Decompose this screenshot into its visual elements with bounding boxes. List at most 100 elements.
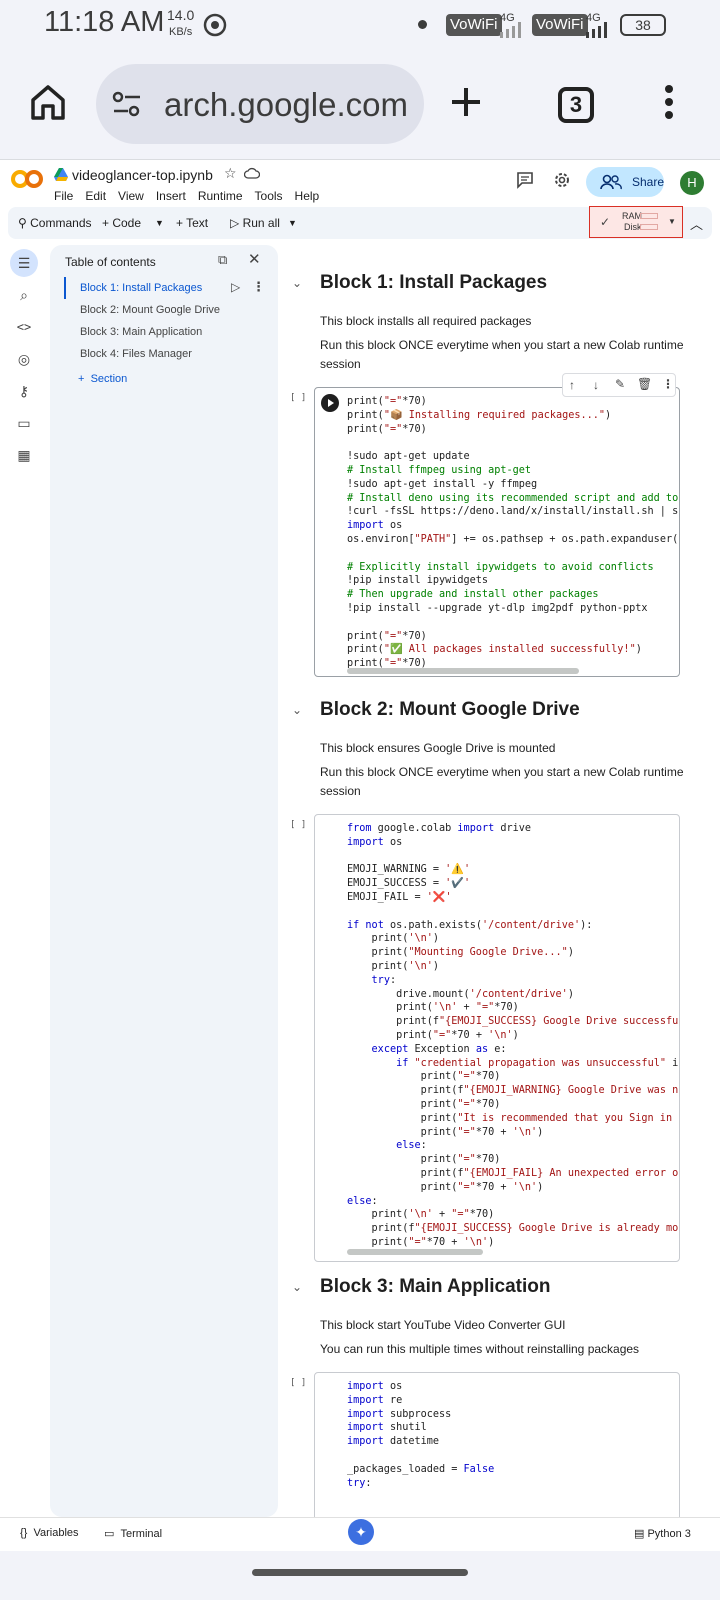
home-icon[interactable] bbox=[30, 84, 66, 120]
menu-runtime[interactable]: Runtime bbox=[198, 189, 243, 203]
check-icon: ✓ bbox=[600, 215, 611, 229]
signal-icon-2 bbox=[586, 22, 607, 38]
run-all-button[interactable]: ▷ Run all bbox=[230, 216, 280, 230]
colab-logo-icon[interactable] bbox=[10, 169, 44, 189]
menu-insert[interactable]: Insert bbox=[156, 189, 186, 203]
collapse-section-icon[interactable]: ⌄ bbox=[292, 703, 302, 717]
resource-dropdown-icon[interactable]: ▼ bbox=[668, 217, 676, 226]
vowifi-badge-2: VoWiFi bbox=[532, 14, 588, 36]
runtime-indicator[interactable]: ▤ Python 3 bbox=[634, 1527, 691, 1540]
toc-item-block1[interactable]: Block 1: Install Packages bbox=[80, 282, 202, 294]
secrets-key-icon[interactable]: ⚷ bbox=[10, 377, 38, 405]
add-section-button[interactable]: + Section bbox=[78, 373, 127, 385]
address-bar[interactable]: arch.google.com bbox=[96, 64, 424, 144]
code-cell[interactable]: print("="*70) print("📦 Installing requir… bbox=[314, 387, 680, 677]
table-of-contents-panel: Table of contents ⧉ ✕ Block 1: Install P… bbox=[50, 245, 278, 1517]
files-folder-icon[interactable]: ▭ bbox=[10, 409, 38, 437]
cell-more-icon[interactable]: ⋮ bbox=[662, 377, 674, 391]
vowifi-badge: VoWiFi bbox=[446, 14, 502, 36]
toc-item-block4[interactable]: Block 4: Files Manager bbox=[80, 348, 192, 360]
site-settings-icon[interactable] bbox=[112, 91, 142, 117]
text-cell: This block installs all required package… bbox=[320, 314, 532, 328]
tab-switcher-button[interactable]: 3 bbox=[558, 87, 594, 123]
share-button[interactable]: Share bbox=[586, 167, 664, 197]
run-all-dropdown-icon[interactable]: ▼ bbox=[288, 218, 297, 228]
code-snippets-icon[interactable]: <> bbox=[10, 313, 38, 341]
delete-icon[interactable]: 🗑 bbox=[637, 377, 652, 391]
data-table-icon[interactable]: ▦ bbox=[10, 441, 38, 469]
commands-button[interactable]: ⚲ Commands bbox=[18, 216, 92, 230]
collapse-toolbar-icon[interactable]: ︿ bbox=[690, 214, 703, 233]
code-cell[interactable]: import os import re import subprocess im… bbox=[314, 1372, 680, 1517]
run-section-icon[interactable]: ▷ bbox=[231, 280, 240, 294]
run-cell-button[interactable] bbox=[321, 394, 339, 412]
signal-icon bbox=[500, 22, 521, 38]
notebook-toolbar: ⚲ Commands + Code ▼ + Text ▷ Run all ▼ ✓… bbox=[8, 206, 712, 239]
gesture-nav-bar bbox=[0, 1551, 720, 1600]
code-cell[interactable]: from google.colab import drive import os… bbox=[314, 814, 680, 1262]
move-up-icon[interactable]: ↑ bbox=[569, 378, 575, 392]
variables-inspector-icon[interactable]: ◎ bbox=[10, 345, 38, 373]
menu-tools[interactable]: Tools bbox=[255, 189, 283, 203]
close-icon[interactable]: ✕ bbox=[248, 250, 261, 268]
plus-icon: + bbox=[78, 373, 85, 385]
menu-file[interactable]: File bbox=[54, 189, 73, 203]
add-code-button[interactable]: + Code bbox=[102, 216, 141, 230]
gemini-icon[interactable]: ✦ bbox=[348, 1519, 374, 1545]
move-down-icon[interactable]: ↓ bbox=[593, 378, 599, 392]
collapse-section-icon[interactable]: ⌄ bbox=[292, 1280, 302, 1294]
horizontal-scrollbar[interactable] bbox=[347, 1249, 483, 1255]
text-cell: You can run this multiple times without … bbox=[320, 1342, 640, 1356]
text-cell: Run this block ONCE everytime when you s… bbox=[320, 338, 684, 371]
toc-item-block3[interactable]: Block 3: Main Application bbox=[80, 326, 202, 338]
edit-magic-icon[interactable]: ✎ bbox=[615, 377, 625, 391]
menu-help[interactable]: Help bbox=[295, 189, 320, 203]
terminal-icon: ▭ bbox=[104, 1528, 115, 1540]
terminal-button[interactable]: ▭ Terminal bbox=[104, 1527, 162, 1540]
toc-active-indicator bbox=[64, 277, 66, 299]
star-icon[interactable]: ☆ bbox=[224, 165, 237, 182]
new-tab-icon[interactable] bbox=[450, 86, 482, 118]
avatar[interactable]: H bbox=[680, 171, 704, 195]
notebook-title[interactable]: videoglancer-top.ipynb bbox=[72, 167, 213, 183]
disk-label: Disk bbox=[624, 222, 642, 232]
code-dropdown-icon[interactable]: ▼ bbox=[155, 218, 164, 228]
open-in-tab-icon[interactable]: ⧉ bbox=[218, 252, 227, 268]
code-editor[interactable]: from google.colab import drive import os… bbox=[347, 822, 678, 1250]
text-cell: This block ensures Google Drive is mount… bbox=[320, 741, 556, 755]
add-text-button[interactable]: + Text bbox=[176, 216, 208, 230]
settings-gear-icon[interactable] bbox=[553, 171, 571, 189]
browser-toolbar: arch.google.com 3 bbox=[0, 52, 720, 160]
notebook-content: ⌄ Block 1: Install Packages This block i… bbox=[284, 245, 712, 1517]
collapse-section-icon[interactable]: ⌄ bbox=[292, 276, 302, 290]
menu-edit[interactable]: Edit bbox=[85, 189, 106, 203]
horizontal-scrollbar[interactable] bbox=[347, 668, 579, 674]
toc-item-block2[interactable]: Block 2: Mount Google Drive bbox=[80, 304, 220, 316]
section-heading: Block 1: Install Packages bbox=[320, 272, 548, 293]
resource-monitor[interactable]: ✓ RAM Disk ▼ bbox=[589, 206, 683, 238]
braces-icon: {} bbox=[20, 1527, 28, 1539]
browser-menu-icon[interactable] bbox=[664, 84, 674, 120]
comment-icon[interactable] bbox=[516, 171, 534, 189]
code-editor[interactable]: import os import re import subprocess im… bbox=[347, 1380, 494, 1490]
cloud-saved-icon bbox=[244, 167, 260, 179]
variables-button[interactable]: {} Variables bbox=[20, 1527, 79, 1539]
cell-exec-count: [ ] bbox=[290, 1378, 307, 1388]
toc-icon[interactable]: ☰ bbox=[10, 249, 38, 277]
url-text[interactable]: arch.google.com bbox=[164, 86, 408, 124]
search-icon: ⚲ bbox=[18, 216, 27, 230]
battery-icon: 38 bbox=[620, 14, 666, 36]
home-indicator[interactable] bbox=[252, 1569, 468, 1576]
colab-header: videoglancer-top.ipynb ☆ File Edit View … bbox=[0, 161, 720, 207]
ram-bar bbox=[640, 213, 658, 219]
drive-icon bbox=[54, 168, 68, 181]
notification-dot-icon bbox=[418, 20, 427, 29]
network-speed: 14.0 KB/s bbox=[167, 7, 195, 39]
status-bar: 11:18 AM 14.0 KB/s VoWiFi 4G VoWiFi 4G 3… bbox=[0, 0, 720, 52]
section-more-icon[interactable]: ⋮ bbox=[252, 279, 265, 295]
find-replace-icon[interactable]: ⌕ bbox=[10, 281, 38, 309]
toc-title: Table of contents bbox=[65, 255, 156, 269]
play-icon: ▷ bbox=[230, 216, 240, 230]
code-editor[interactable]: print("="*70) print("📦 Installing requir… bbox=[347, 395, 678, 671]
menu-view[interactable]: View bbox=[118, 189, 144, 203]
